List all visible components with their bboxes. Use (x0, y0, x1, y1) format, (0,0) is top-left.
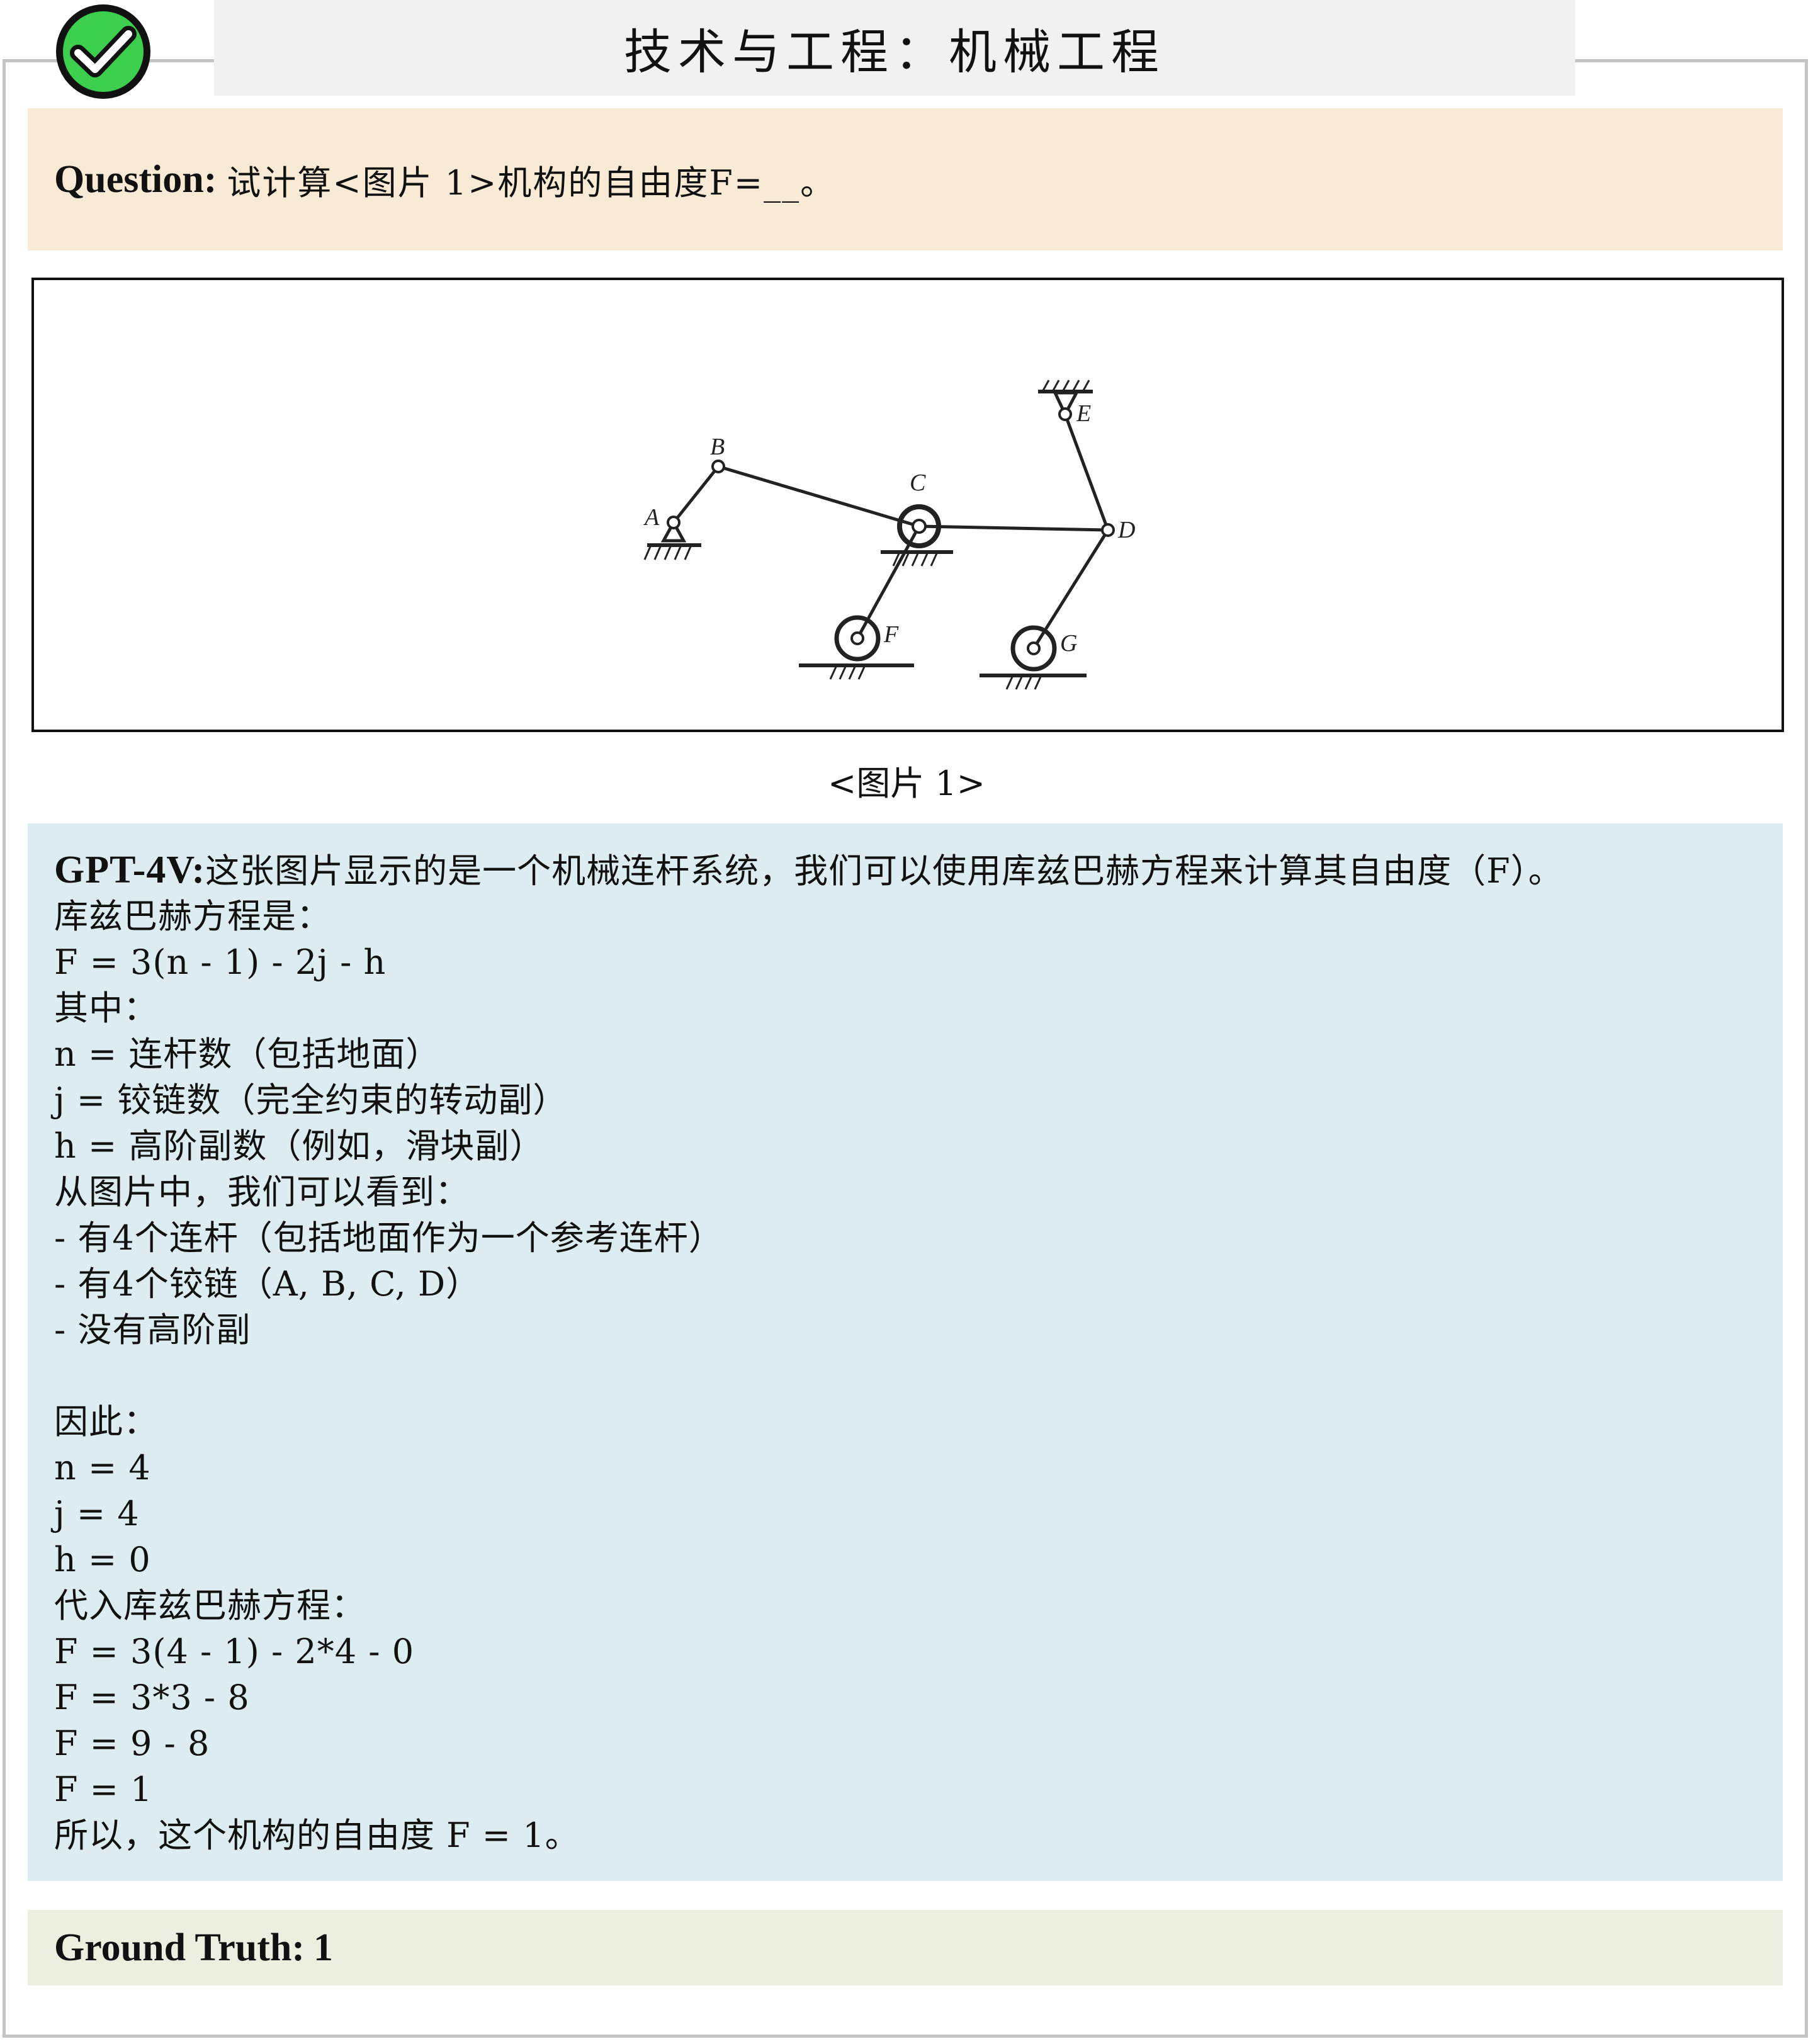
joint-f (850, 631, 864, 645)
answer-box: GPT-4V:这张图片显示的是一个机械连杆系统，我们可以使用库兹巴赫方程来计算其… (28, 823, 1783, 1881)
answer-line: - 没有高阶副 (54, 1310, 251, 1350)
answer-first-line: GPT-4V:这张图片显示的是一个机械连杆系统，我们可以使用库兹巴赫方程来计算其… (54, 847, 1756, 893)
question-label: Question: (54, 157, 217, 201)
answer-line: j = 铰链数（完全约束的转动副） (54, 1080, 568, 1120)
figure-box: A B C D E F G (31, 278, 1784, 732)
answer-line: - 有4个铰链（A, B, C, D） (54, 1264, 481, 1304)
answer-line: F = 9 - 8 (54, 1724, 210, 1763)
label-b: B (710, 434, 725, 460)
answer-line: 从图片中，我们可以看到： (54, 1172, 470, 1212)
answer-line: F = 3(4 - 1) - 2*4 - 0 (54, 1632, 415, 1671)
joint-c (912, 519, 927, 534)
answer-line: 代入库兹巴赫方程： (54, 1586, 366, 1625)
question-box: Question: 试计算<图片 1>机构的自由度F=__。 (28, 108, 1783, 251)
link-bc (718, 465, 920, 528)
link-ab (672, 465, 720, 524)
title-bar: 技术与工程：机械工程 (214, 0, 1575, 96)
ground-a-hatch (643, 545, 692, 560)
link-de (1063, 414, 1110, 531)
joint-d (1101, 523, 1115, 537)
label-f: F (883, 621, 899, 648)
answer-lines: 库兹巴赫方程是： F = 3(n - 1) - 2j - h 其中： n = 连杆数（… (54, 893, 1756, 1858)
answer-line: n = 连杆数（包括地面） (54, 1034, 441, 1074)
answer-line: - 有4个连杆（包括地面作为一个参考连杆） (54, 1218, 723, 1258)
label-c: C (910, 470, 926, 496)
label-e: E (1076, 400, 1091, 427)
answer-line: h = 0 (54, 1540, 151, 1579)
label-a: A (643, 504, 660, 531)
mechanism-diagram: A B C D E F G (643, 380, 1135, 690)
answer-line: j = 4 (54, 1494, 140, 1533)
joint-e (1058, 407, 1072, 421)
joint-g (1027, 641, 1041, 655)
page-title: 技术与工程：机械工程 (624, 24, 1165, 80)
check-circle-icon (56, 4, 150, 99)
answer-line: 因此： (54, 1402, 158, 1442)
answer-line: 所以，这个机构的自由度 F = 1。 (54, 1815, 580, 1855)
ground-truth-value: 1 (313, 1926, 333, 1969)
joint-a (667, 516, 681, 529)
ground-g-hatch (1005, 675, 1042, 690)
question-text: 试计算<图片 1>机构的自由度F=__。 (227, 162, 836, 203)
link-cd (918, 524, 1109, 532)
answer-line: 库兹巴赫方程是： (54, 896, 331, 936)
answer-line: F = 3(n - 1) - 2j - h (54, 942, 387, 982)
answer-line: h = 高阶副数（例如，滑块副） (54, 1126, 545, 1166)
answer-line: n = 4 (54, 1448, 151, 1488)
figure-caption: <图片 1> (827, 764, 985, 803)
label-d: D (1117, 517, 1135, 543)
ground-truth-label: Ground Truth: (54, 1926, 305, 1969)
answer-label: GPT-4V: (54, 849, 206, 891)
answer-line: F = 3*3 - 8 (54, 1678, 250, 1717)
ground-truth-box: Ground Truth: 1 (28, 1910, 1783, 1985)
answer-line: F = 1 (54, 1770, 153, 1809)
answer-line: 其中： (54, 988, 158, 1028)
joint-b (711, 460, 725, 473)
answer-intro: 这张图片显示的是一个机械连杆系统，我们可以使用库兹巴赫方程来计算其自由度（F）。 (205, 851, 1563, 891)
label-g: G (1060, 630, 1077, 657)
ground-f-hatch (829, 665, 866, 680)
answer-line (54, 1353, 1756, 1399)
